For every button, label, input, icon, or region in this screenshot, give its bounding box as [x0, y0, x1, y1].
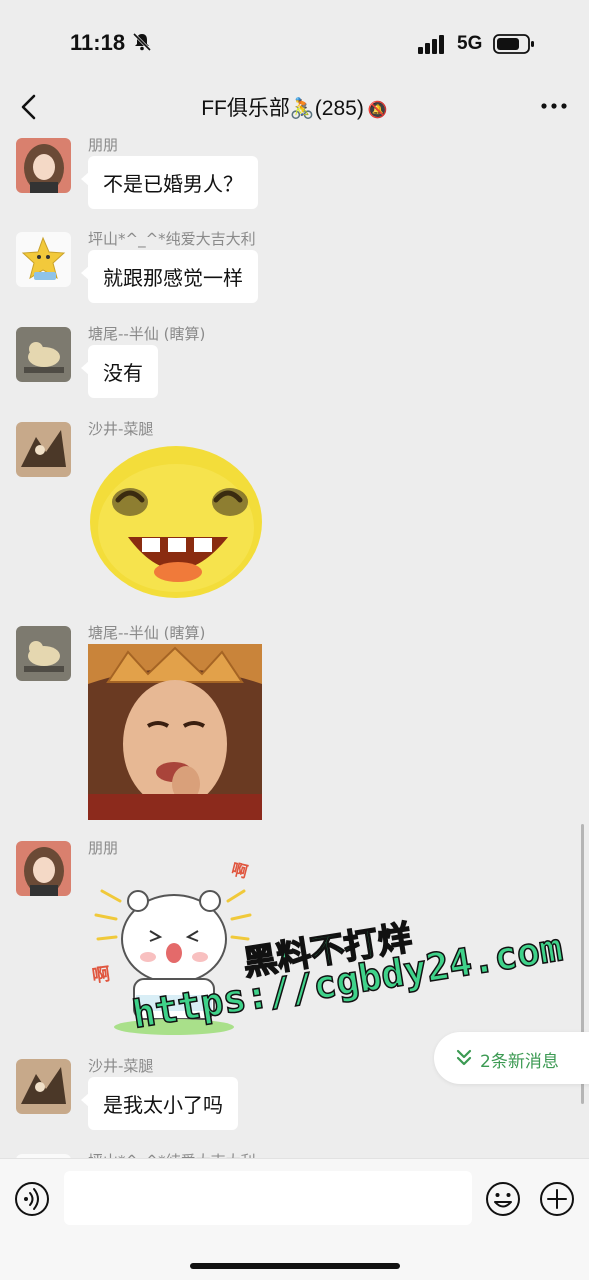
chat-area[interactable]: 朋朋 不是已婚男人？ 坪山*^_^*纯爱大吉大利 就跟那感觉一样 塘尾--半仙 …: [0, 134, 589, 1158]
sticker-text: 啊: [90, 963, 112, 988]
avatar[interactable]: [16, 327, 71, 382]
network-label: 5G: [457, 33, 483, 54]
muted-bell-icon: 🔕: [367, 102, 388, 119]
sender-name: 朋朋: [88, 839, 119, 857]
more-options-icon[interactable]: [541, 96, 567, 116]
input-bar: [0, 1158, 589, 1280]
voice-input-icon[interactable]: [14, 1181, 50, 1217]
group-title[interactable]: FF俱乐部🚴(285) 🔕: [0, 92, 589, 122]
nav-bar: FF俱乐部🚴(285) 🔕: [0, 80, 589, 134]
emoji-icon[interactable]: [485, 1181, 521, 1217]
avatar[interactable]: [16, 626, 71, 681]
avatar[interactable]: [16, 1059, 71, 1114]
new-messages-button[interactable]: 2条新消息: [434, 1032, 589, 1084]
avatar[interactable]: [16, 232, 71, 287]
laughing-emoji-sticker[interactable]: [88, 442, 268, 606]
sender-name: 塘尾--半仙 (瞎算): [88, 624, 206, 642]
plus-icon[interactable]: [539, 1181, 575, 1217]
avatar[interactable]: [16, 841, 71, 896]
home-indicator: [190, 1263, 400, 1269]
battery-icon: [493, 34, 534, 54]
message-input[interactable]: [64, 1171, 472, 1225]
message-bubble[interactable]: 就跟那感觉一样: [81, 250, 258, 303]
bear-sticker[interactable]: 啊 啊: [88, 859, 258, 1041]
bicycle-emoji: 🚴: [289, 98, 315, 120]
sender-name: 坪山*^_^*纯爱大吉大利: [88, 1150, 256, 1158]
message-bubble[interactable]: 是我太小了吗: [81, 1077, 238, 1130]
sender-name: 朋朋: [88, 136, 119, 154]
bell-slash-icon: [132, 32, 152, 52]
sender-name: 坪山*^_^*纯爱大吉大利: [88, 230, 256, 248]
message-bubble[interactable]: 不是已婚男人？: [81, 156, 258, 209]
status-bar: 11:18 5G: [0, 0, 589, 80]
monk-laughing-sticker[interactable]: [88, 644, 262, 824]
signal-icon: [418, 35, 444, 54]
group-name: FF俱乐部: [201, 97, 290, 120]
sender-name: 沙井-菜腿: [88, 420, 154, 438]
sender-name: 沙井-菜腿: [88, 1057, 154, 1075]
avatar[interactable]: [16, 138, 71, 193]
member-count: (285): [314, 97, 364, 120]
status-time: 11:18: [70, 30, 126, 55]
new-messages-label: 2条新消息: [480, 1052, 559, 1072]
avatar[interactable]: [16, 422, 71, 477]
double-chevron-down-icon: [456, 1049, 472, 1066]
sender-name: 塘尾--半仙 (瞎算): [88, 325, 206, 343]
message-bubble[interactable]: 没有: [81, 345, 158, 398]
